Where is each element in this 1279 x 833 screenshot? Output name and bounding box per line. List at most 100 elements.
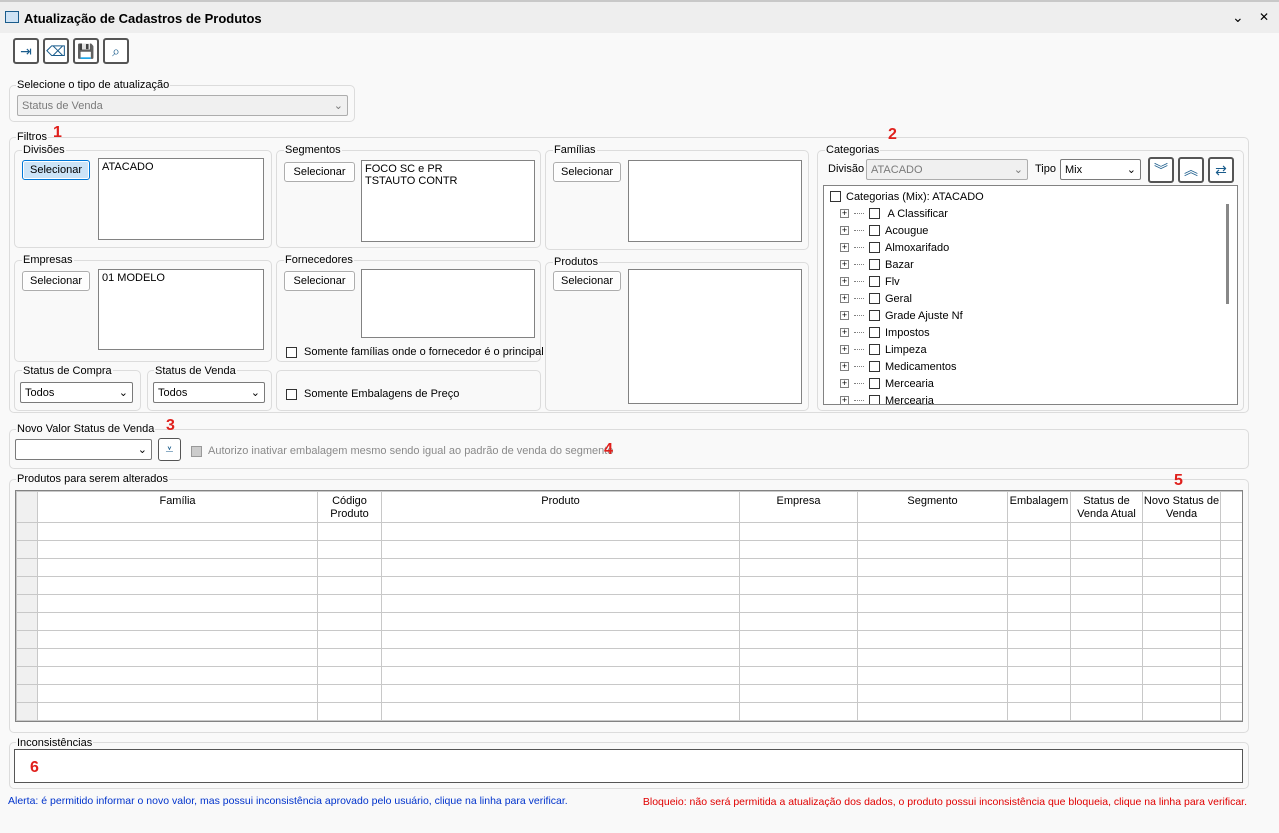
checkbox[interactable] <box>869 208 880 219</box>
segmentos-list[interactable]: FOCO SC e PR TSTAUTO CONTR <box>361 160 535 242</box>
table-row[interactable] <box>16 522 1242 541</box>
table-cell[interactable] <box>739 522 858 541</box>
novo-valor-select[interactable]: ⌄ <box>15 439 152 460</box>
table-cell[interactable] <box>739 576 858 595</box>
tree-item[interactable]: + Acougue <box>840 222 928 239</box>
familias-select-button[interactable]: Selecionar <box>553 162 621 182</box>
table-cell[interactable] <box>317 648 382 667</box>
table-cell[interactable] <box>1007 702 1071 721</box>
table-cell[interactable] <box>739 612 858 631</box>
tipo-select[interactable]: Mix ⌄ <box>1060 159 1141 180</box>
tree-item[interactable]: + Grade Ajuste Nf <box>840 307 963 324</box>
table-cell[interactable] <box>37 522 318 541</box>
divisoes-select-button[interactable]: Selecionar <box>22 160 90 180</box>
tree-item[interactable]: + A Classificar <box>840 205 948 222</box>
table-cell[interactable] <box>317 684 382 703</box>
table-cell[interactable] <box>317 576 382 595</box>
eraser-button[interactable]: ⌫ <box>43 38 69 64</box>
expand-icon[interactable]: + <box>840 209 849 218</box>
expand-icon[interactable]: + <box>840 260 849 269</box>
tree-root[interactable]: Categorias (Mix): ATACADO <box>830 188 984 205</box>
produtos-select-button[interactable]: Selecionar <box>553 271 621 291</box>
table-cell[interactable] <box>857 612 1008 631</box>
table-cell[interactable] <box>1220 648 1242 667</box>
table-cell[interactable] <box>381 684 740 703</box>
table-cell[interactable] <box>1070 702 1143 721</box>
table-row[interactable] <box>16 648 1242 667</box>
tree-item[interactable]: + Limpeza <box>840 341 927 358</box>
table-cell[interactable] <box>1220 594 1242 613</box>
table-cell[interactable] <box>317 540 382 559</box>
list-item[interactable]: 01 MODELO <box>102 272 260 284</box>
table-cell[interactable] <box>37 648 318 667</box>
table-cell[interactable] <box>1220 684 1242 703</box>
exit-button[interactable]: ⇥ <box>13 38 39 64</box>
table-row[interactable] <box>16 630 1242 649</box>
table-cell[interactable] <box>1220 540 1242 559</box>
table-cell[interactable] <box>1007 666 1071 685</box>
table-cell[interactable] <box>1220 666 1242 685</box>
table-row[interactable] <box>16 540 1242 559</box>
table-cell[interactable] <box>317 666 382 685</box>
checkbox[interactable] <box>869 327 880 338</box>
table-row[interactable] <box>16 576 1242 595</box>
table-cell[interactable] <box>317 630 382 649</box>
column-header[interactable]: Status de Venda Atual <box>1070 491 1143 523</box>
column-header[interactable]: Família <box>37 491 318 523</box>
table-cell[interactable] <box>739 702 858 721</box>
expand-icon[interactable]: + <box>840 396 849 404</box>
table-cell[interactable] <box>1142 540 1221 559</box>
row-indicator[interactable] <box>16 576 38 595</box>
apply-value-button[interactable]: ⩡ <box>158 438 181 461</box>
checkbox[interactable] <box>830 191 841 202</box>
familias-list[interactable] <box>628 160 802 242</box>
table-cell[interactable] <box>1070 558 1143 577</box>
checkbox[interactable] <box>869 344 880 355</box>
table-cell[interactable] <box>1142 648 1221 667</box>
checkbox[interactable] <box>869 378 880 389</box>
table-cell[interactable] <box>1070 540 1143 559</box>
checkbox[interactable] <box>869 293 880 304</box>
column-header[interactable]: Empresa <box>739 491 858 523</box>
table-cell[interactable] <box>37 684 318 703</box>
divisao-select[interactable]: ATACADO ⌄ <box>866 159 1028 180</box>
table-cell[interactable] <box>857 594 1008 613</box>
table-cell[interactable] <box>1007 576 1071 595</box>
table-cell[interactable] <box>1142 558 1221 577</box>
table-cell[interactable] <box>37 702 318 721</box>
table-cell[interactable] <box>857 576 1008 595</box>
table-cell[interactable] <box>1220 630 1242 649</box>
table-cell[interactable] <box>381 648 740 667</box>
row-indicator[interactable] <box>16 648 38 667</box>
table-cell[interactable] <box>739 594 858 613</box>
table-cell[interactable] <box>317 612 382 631</box>
row-indicator[interactable] <box>16 540 38 559</box>
table-cell[interactable] <box>37 594 318 613</box>
checkbox[interactable] <box>286 346 297 358</box>
table-cell[interactable] <box>1142 666 1221 685</box>
table-cell[interactable] <box>1142 684 1221 703</box>
table-cell[interactable] <box>1142 612 1221 631</box>
tree-item[interactable]: + Geral <box>840 290 912 307</box>
table-cell[interactable] <box>381 702 740 721</box>
table-cell[interactable] <box>857 648 1008 667</box>
table-cell[interactable] <box>381 630 740 649</box>
table-cell[interactable] <box>739 558 858 577</box>
minimize-button[interactable]: ⌄ <box>1232 9 1244 26</box>
table-row[interactable] <box>16 684 1242 703</box>
table-cell[interactable] <box>317 558 382 577</box>
table-cell[interactable] <box>1142 702 1221 721</box>
table-cell[interactable] <box>857 684 1008 703</box>
produtos-list[interactable] <box>628 269 802 404</box>
table-cell[interactable] <box>1070 576 1143 595</box>
swap-button[interactable]: ⇄ <box>1208 157 1234 183</box>
tree-item[interactable]: + Mercearia <box>840 392 934 404</box>
save-button[interactable]: 💾 <box>73 38 99 64</box>
table-cell[interactable] <box>381 594 740 613</box>
row-indicator[interactable] <box>16 666 38 685</box>
table-cell[interactable] <box>857 702 1008 721</box>
table-row[interactable] <box>16 558 1242 577</box>
row-indicator[interactable] <box>16 702 38 721</box>
table-cell[interactable] <box>1220 576 1242 595</box>
expand-all-button[interactable]: ︾ <box>1148 157 1174 183</box>
